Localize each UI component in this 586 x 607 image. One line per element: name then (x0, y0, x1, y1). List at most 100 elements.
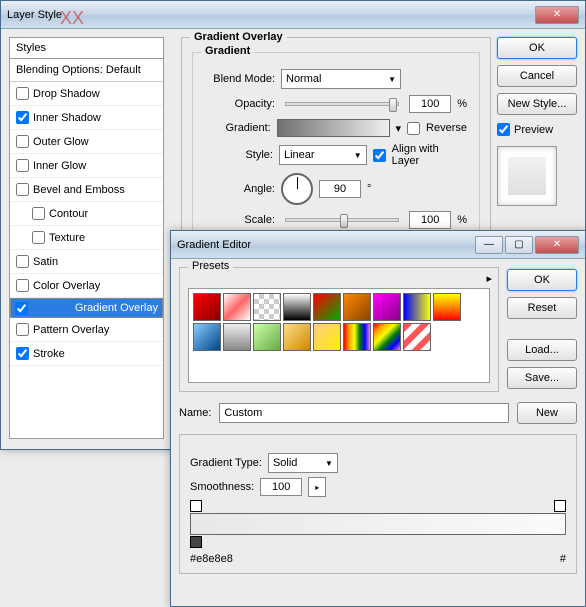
angle-label: Angle: (205, 183, 275, 195)
preset-swatch[interactable] (223, 323, 251, 351)
style-item[interactable]: Outer Glow (10, 130, 163, 154)
style-label: Drop Shadow (33, 88, 100, 100)
ok-button[interactable]: OK (497, 37, 577, 59)
style-checkbox[interactable] (15, 302, 28, 315)
chevron-down-icon: ▼ (325, 459, 333, 468)
style-checkbox[interactable] (16, 347, 29, 360)
style-item[interactable]: Bevel and Emboss (10, 178, 163, 202)
scale-input[interactable]: 100 (409, 211, 451, 229)
style-item[interactable]: Color Overlay (10, 274, 163, 298)
styles-header: Styles (10, 38, 163, 59)
right-buttons: OK Cancel New Style... Preview (497, 37, 577, 206)
preset-swatch[interactable] (313, 293, 341, 321)
angle-input[interactable]: 90 (319, 180, 361, 198)
preset-swatch[interactable] (223, 293, 251, 321)
style-item[interactable]: Contour (10, 202, 163, 226)
inner-label: Gradient (201, 45, 254, 57)
group-title: Gradient Overlay (190, 31, 287, 43)
style-item[interactable]: Texture (10, 226, 163, 250)
style-checkbox[interactable] (16, 111, 29, 124)
presets-area[interactable] (188, 288, 490, 383)
preview-checkbox[interactable] (497, 123, 510, 136)
color-stop-left[interactable] (190, 536, 202, 548)
titlebar[interactable]: Layer Style ✕ (1, 1, 585, 29)
style-item[interactable]: Pattern Overlay (10, 318, 163, 342)
style-item[interactable]: Inner Shadow (10, 106, 163, 130)
opacity-slider[interactable] (285, 102, 399, 106)
preset-swatch[interactable] (193, 293, 221, 321)
presets-menu-icon[interactable]: ▸ (486, 272, 492, 285)
preset-swatch[interactable] (403, 323, 431, 351)
maximize-icon[interactable]: ▢ (505, 236, 533, 254)
style-item[interactable]: Satin (10, 250, 163, 274)
cancel-button[interactable]: Cancel (497, 65, 577, 87)
style-select[interactable]: Linear▼ (279, 145, 367, 165)
style-item[interactable]: Gradient Overlay (10, 298, 163, 318)
gradient-inner-group: Gradient Blend Mode: Normal▼ Opacity: 10… (192, 52, 480, 246)
opacity-label: Opacity: (205, 98, 275, 110)
preset-swatch[interactable] (283, 323, 311, 351)
preset-swatch[interactable] (373, 323, 401, 351)
chevron-down-icon: ▼ (388, 75, 396, 84)
preset-swatch[interactable] (343, 323, 371, 351)
ge-buttons: OK Reset Load... Save... (507, 269, 577, 389)
save-button[interactable]: Save... (507, 367, 577, 389)
chevron-down-icon[interactable]: ▾ (396, 122, 402, 135)
style-checkbox[interactable] (32, 231, 45, 244)
titlebar[interactable]: Gradient Editor — ▢ ✕ (171, 231, 585, 259)
style-checkbox[interactable] (32, 207, 45, 220)
style-checkbox[interactable] (16, 87, 29, 100)
style-item[interactable]: Inner Glow (10, 154, 163, 178)
preset-swatch[interactable] (343, 293, 371, 321)
styles-panel: Styles Blending Options: Default Drop Sh… (9, 37, 164, 439)
scale-slider[interactable] (285, 218, 399, 222)
opacity-input[interactable]: 100 (409, 95, 451, 113)
style-checkbox[interactable] (16, 323, 29, 336)
ok-button[interactable]: OK (507, 269, 577, 291)
style-item[interactable]: Stroke (10, 342, 163, 366)
smoothness-input[interactable]: 100 (260, 478, 302, 496)
load-button[interactable]: Load... (507, 339, 577, 361)
close-icon[interactable]: ✕ (535, 6, 579, 24)
close-icon[interactable]: ✕ (535, 236, 579, 254)
style-checkbox[interactable] (16, 255, 29, 268)
reverse-checkbox[interactable] (407, 122, 420, 135)
opacity-stop-left[interactable] (190, 500, 202, 512)
preset-swatch[interactable] (253, 293, 281, 321)
style-checkbox[interactable] (16, 135, 29, 148)
preset-swatch[interactable] (433, 293, 461, 321)
opacity-stop-right[interactable] (554, 500, 566, 512)
preset-swatch[interactable] (313, 323, 341, 351)
style-checkbox[interactable] (16, 159, 29, 172)
preset-swatch[interactable] (373, 293, 401, 321)
gradient-type-label: Gradient Type: (190, 457, 262, 469)
name-label: Name: (179, 407, 211, 419)
style-label: Stroke (33, 348, 65, 360)
gradient-type-select[interactable]: Solid▼ (268, 453, 338, 473)
preset-swatch[interactable] (283, 293, 311, 321)
align-checkbox[interactable] (373, 149, 386, 162)
preset-swatch[interactable] (403, 293, 431, 321)
minimize-icon[interactable]: — (475, 236, 503, 254)
gradient-overlay-group: Gradient Overlay Gradient Blend Mode: No… (181, 37, 491, 232)
scale-label: Scale: (205, 214, 275, 226)
reset-button[interactable]: Reset (507, 297, 577, 319)
preset-swatch[interactable] (253, 323, 281, 351)
blending-options-row[interactable]: Blending Options: Default (10, 59, 163, 82)
style-checkbox[interactable] (16, 183, 29, 196)
gradient-bar[interactable] (190, 513, 566, 535)
presets-label: Presets (188, 260, 233, 272)
new-button[interactable]: New (517, 402, 577, 424)
angle-dial[interactable] (281, 173, 313, 205)
style-label: Style: (205, 149, 273, 161)
style-label: Contour (49, 208, 88, 220)
gradient-swatch[interactable] (277, 119, 390, 137)
blend-mode-select[interactable]: Normal▼ (281, 69, 401, 89)
smoothness-menu[interactable]: ▸ (308, 477, 326, 497)
style-item[interactable]: Drop Shadow (10, 82, 163, 106)
preset-swatch[interactable] (193, 323, 221, 351)
smoothness-label: Smoothness: (190, 481, 254, 493)
name-input[interactable] (219, 403, 509, 423)
new-style-button[interactable]: New Style... (497, 93, 577, 115)
style-checkbox[interactable] (16, 279, 29, 292)
